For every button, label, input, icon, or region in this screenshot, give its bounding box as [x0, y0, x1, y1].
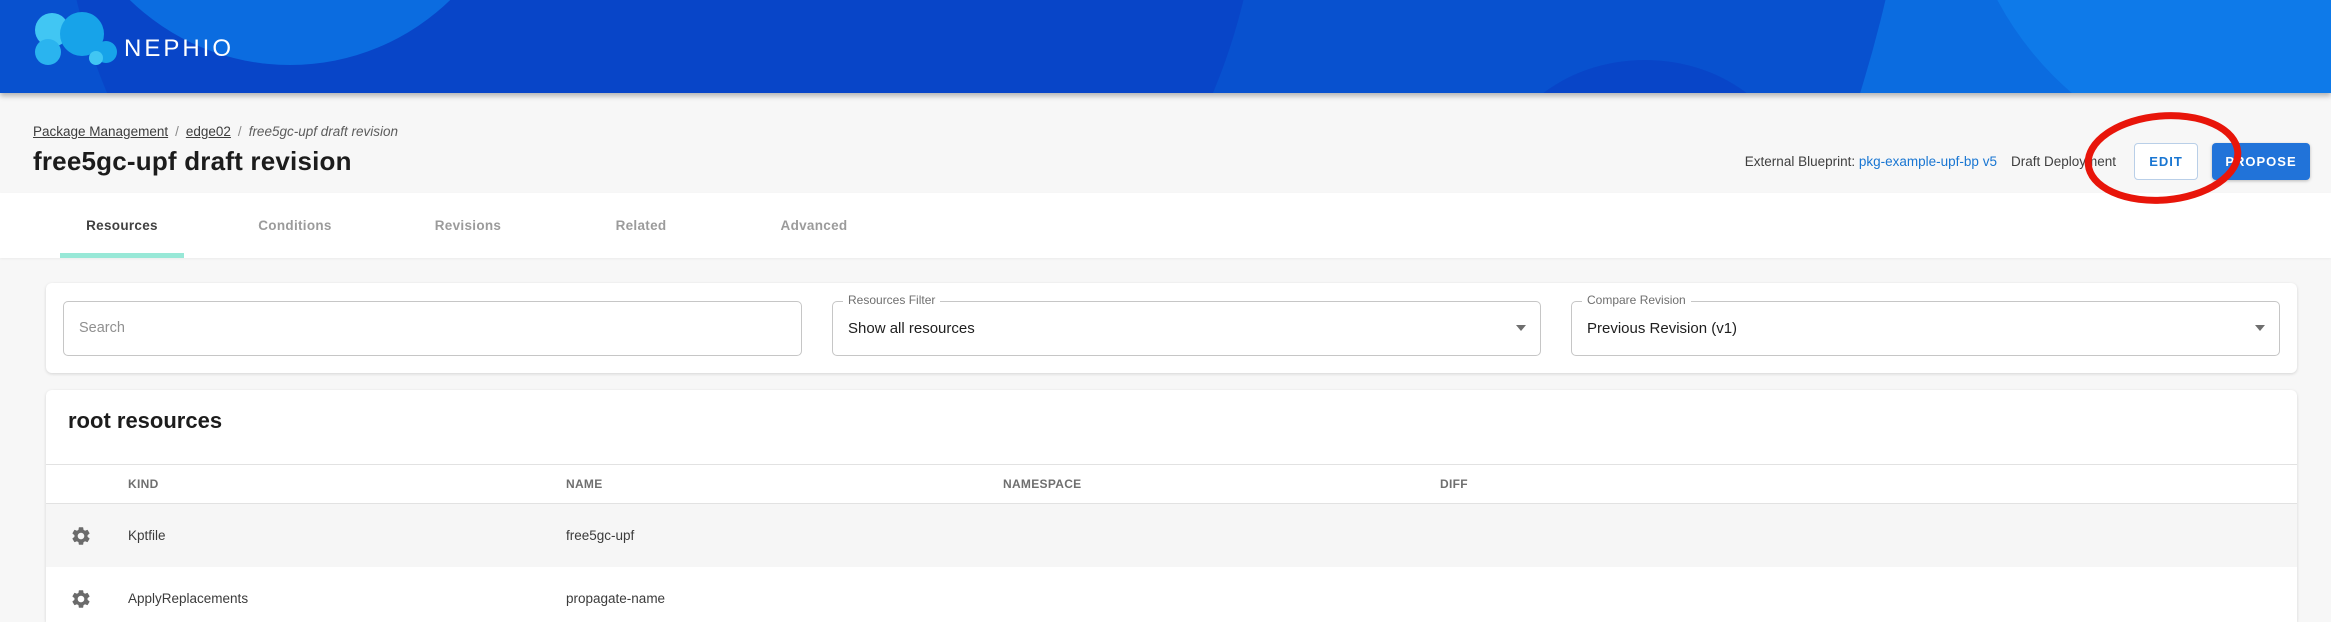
tab-conditions[interactable]: Conditions	[233, 193, 357, 258]
column-kind: KIND	[128, 477, 566, 491]
cell-kind: ApplyReplacements	[128, 591, 566, 606]
deployment-status: Draft Deployment	[2011, 154, 2116, 169]
external-blueprint-text: External Blueprint: pkg-example-upf-bp v…	[1745, 154, 1997, 169]
resources-filter-select[interactable]: Resources Filter Show all resources	[832, 301, 1541, 356]
search-input[interactable]	[63, 301, 802, 356]
resources-filter-label: Resources Filter	[843, 293, 940, 307]
breadcrumb-separator: /	[238, 124, 242, 139]
page-header-row: Package Management / edge02 / free5gc-upf dr…	[0, 93, 2331, 193]
compare-revision-value: Previous Revision (v1)	[1572, 320, 1737, 337]
logo-text: NEPHIO	[124, 37, 234, 70]
header-background-art	[0, 0, 2331, 93]
tab-revisions[interactable]: Revisions	[406, 193, 530, 258]
table-row-kptfile[interactable]: Kptfile free5gc-upf	[46, 504, 2297, 567]
column-name: NAME	[566, 477, 1003, 491]
breadcrumb: Package Management / edge02 / free5gc-upf dr…	[33, 124, 398, 139]
table-header-row: KIND NAME NAMESPACE DIFF	[46, 464, 2297, 504]
resources-filter-value: Show all resources	[833, 320, 975, 337]
section-title: root resources	[68, 408, 2297, 434]
compare-revision-select[interactable]: Compare Revision Previous Revision (v1)	[1571, 301, 2280, 356]
active-tab-indicator	[60, 253, 184, 258]
column-namespace: NAMESPACE	[1003, 477, 1440, 491]
cell-name: free5gc-upf	[566, 528, 1003, 543]
page-title: free5gc-upf draft revision	[33, 146, 398, 177]
nephio-logo[interactable]: NEPHIO	[30, 10, 234, 70]
breadcrumb-edge02[interactable]: edge02	[186, 124, 231, 139]
breadcrumb-separator: /	[175, 124, 179, 139]
edit-button[interactable]: EDIT	[2134, 143, 2198, 180]
gear-icon	[70, 525, 92, 547]
nephio-cloud-icon	[30, 10, 120, 70]
tab-advanced[interactable]: Advanced	[752, 193, 876, 258]
table-row-applyreplacements[interactable]: ApplyReplacements propagate-name	[46, 567, 2297, 622]
compare-revision-label: Compare Revision	[1582, 293, 1691, 307]
tab-related[interactable]: Related	[579, 193, 703, 258]
dropdown-caret-icon	[2255, 325, 2265, 331]
cell-kind: Kptfile	[128, 528, 566, 543]
column-diff: DIFF	[1440, 477, 2297, 491]
dropdown-caret-icon	[1516, 325, 1526, 331]
tab-resources[interactable]: Resources	[60, 193, 184, 258]
propose-button[interactable]: PROPOSE	[2212, 143, 2310, 180]
filter-card: Resources Filter Show all resources Comp…	[46, 283, 2297, 373]
gear-icon	[70, 588, 92, 610]
external-blueprint-link[interactable]: pkg-example-upf-bp v5	[1859, 154, 1997, 169]
cell-name: propagate-name	[566, 591, 1003, 606]
external-blueprint-label: External Blueprint:	[1745, 154, 1855, 169]
tab-bar: Resources Conditions Revisions Related A…	[0, 193, 2331, 258]
root-resources-card: root resources KIND NAME NAMESPACE DIFF …	[46, 390, 2297, 622]
breadcrumb-package-management[interactable]: Package Management	[33, 124, 168, 139]
breadcrumb-current: free5gc-upf draft revision	[249, 124, 398, 139]
app-header: NEPHIO	[0, 0, 2331, 93]
